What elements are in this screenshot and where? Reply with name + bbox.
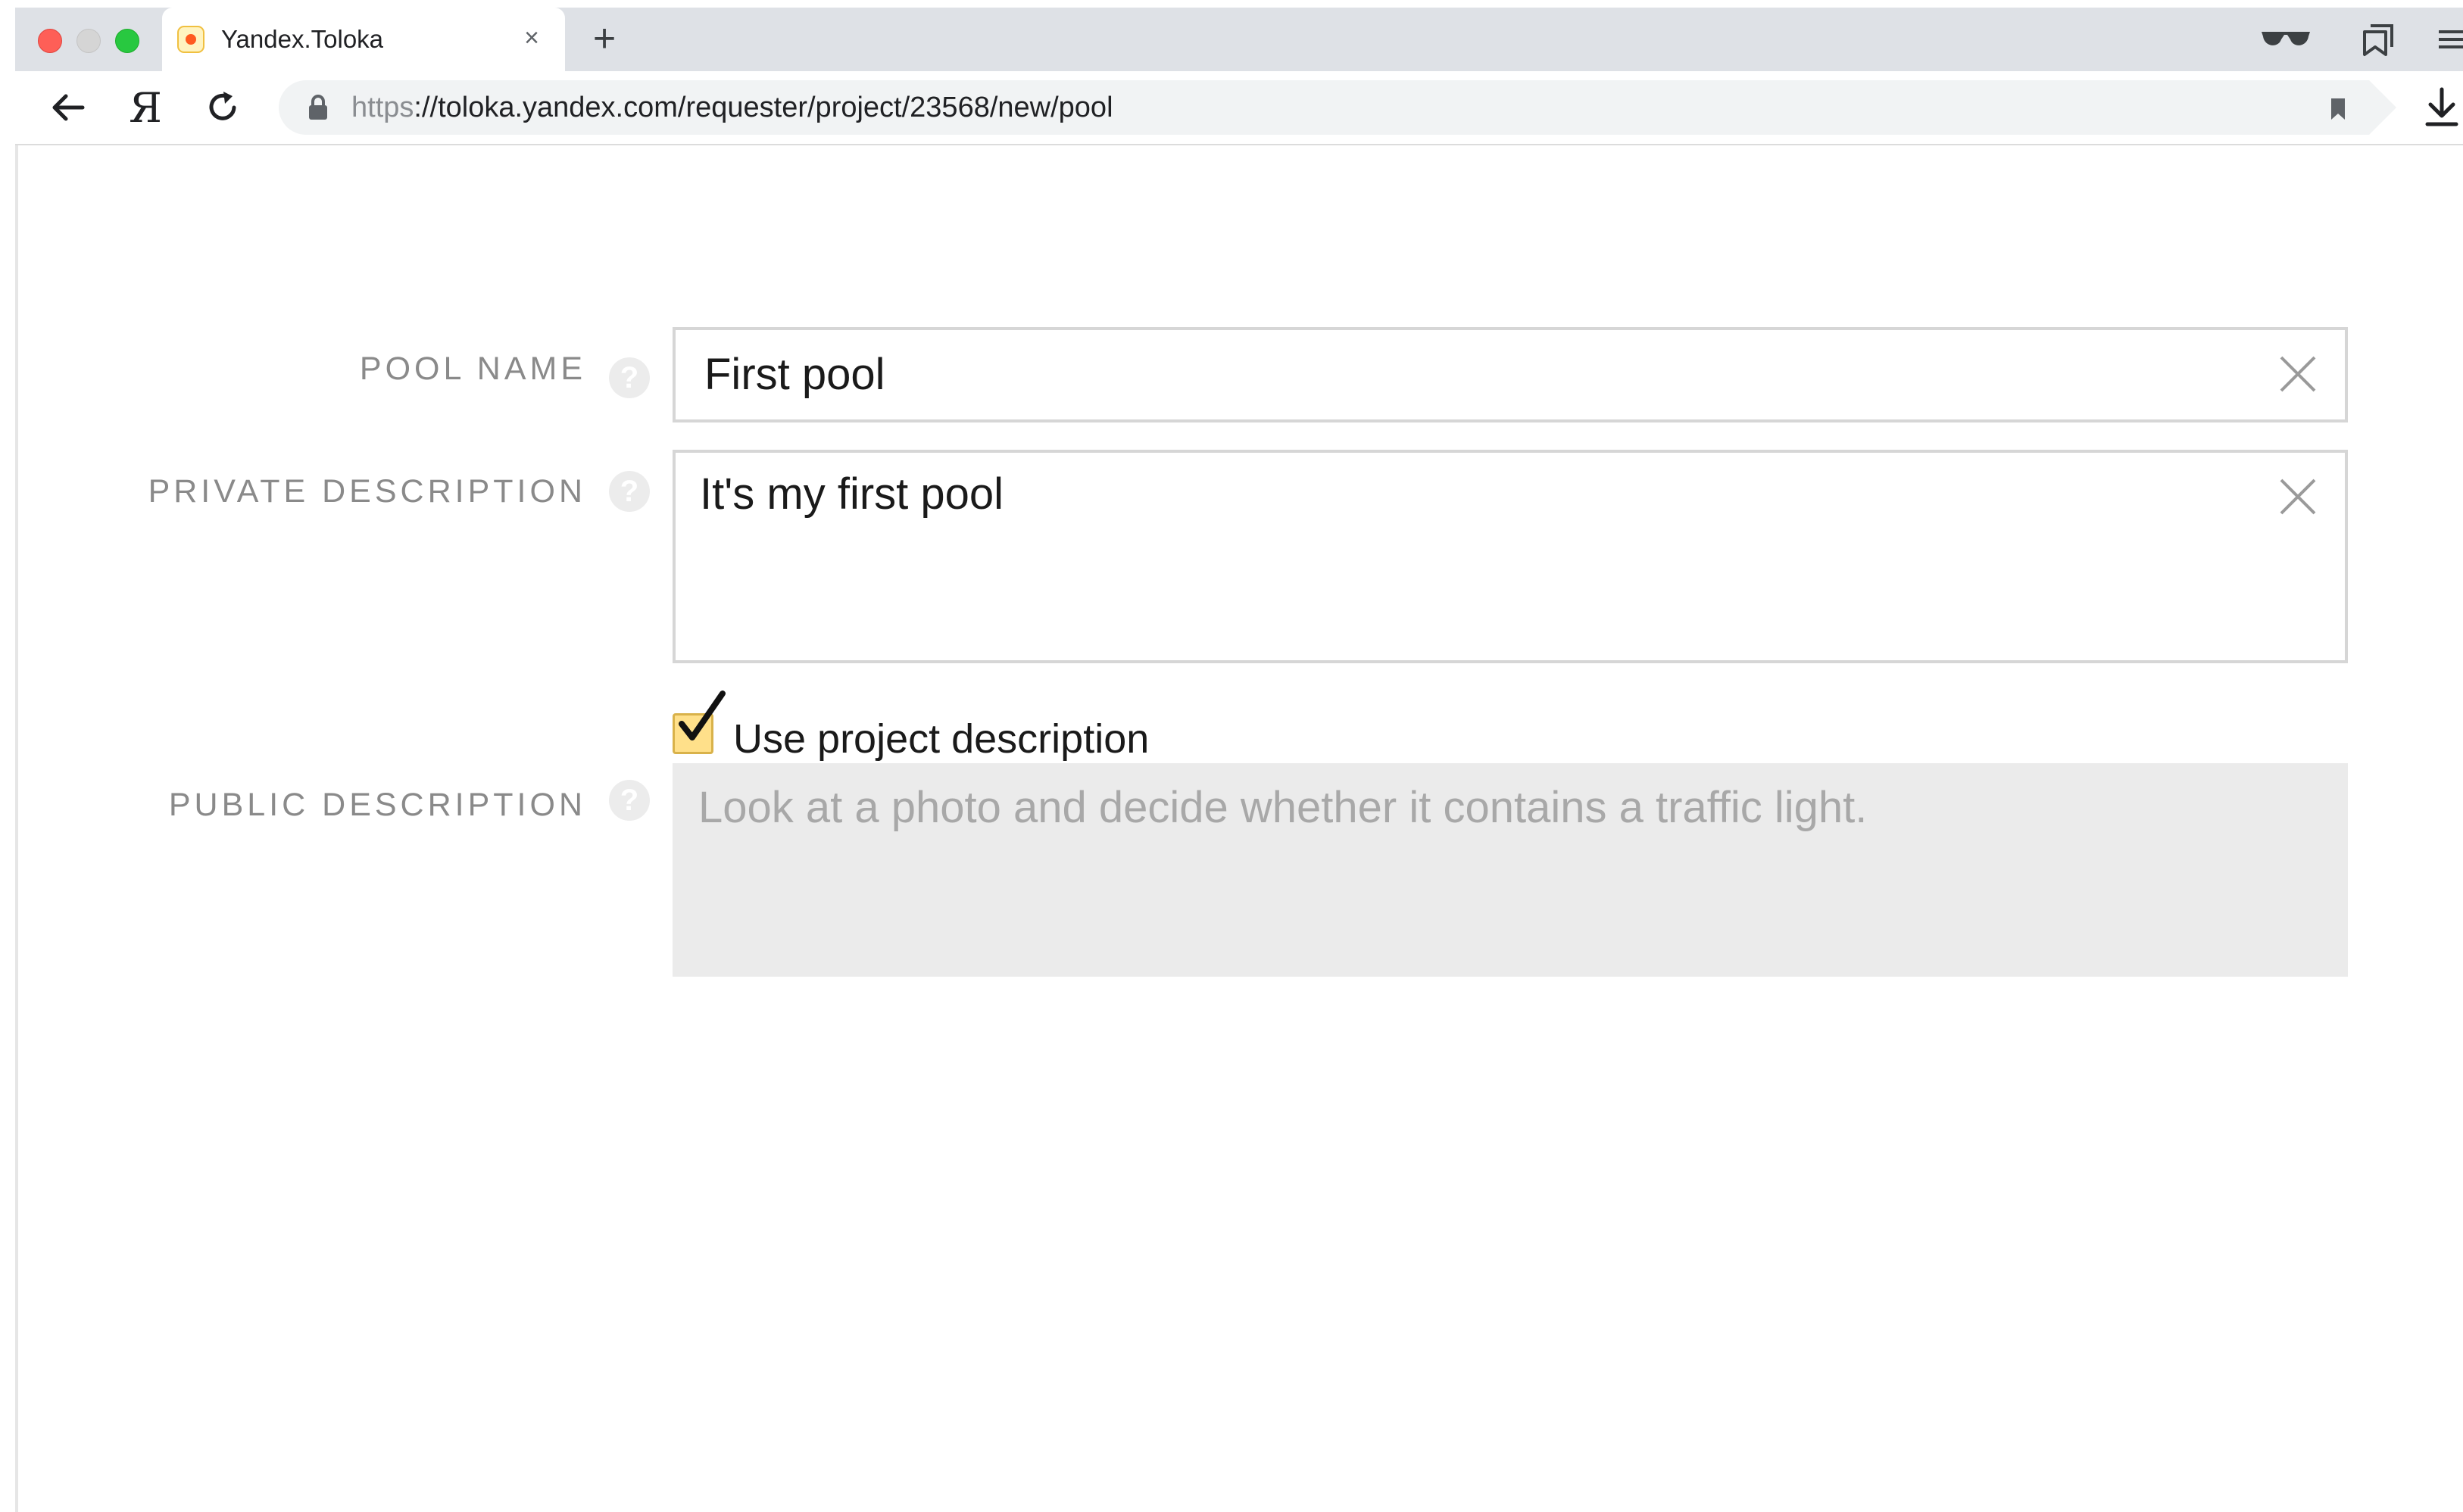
url-text: https://toloka.yandex.com/requester/proj… xyxy=(351,92,1113,123)
yandex-button[interactable]: Я xyxy=(120,82,171,133)
window-minimize-button[interactable] xyxy=(76,29,101,53)
address-bar[interactable]: https://toloka.yandex.com/requester/proj… xyxy=(279,80,2396,135)
browser-window: Yandex.Toloka × + Я https://toloka.yande… xyxy=(15,0,2463,1512)
back-arrow-icon xyxy=(52,94,85,121)
private-description-textarea[interactable]: It's my first pool xyxy=(673,450,2348,663)
downloads-button[interactable] xyxy=(2416,82,2463,133)
private-description-value: It's my first pool xyxy=(700,469,1004,519)
browser-toolbar: Я https://toloka.yandex.com/requester/pr… xyxy=(15,71,2463,145)
pool-name-input[interactable]: First pool xyxy=(673,327,2348,422)
use-project-description-label[interactable]: Use project description xyxy=(733,716,1149,762)
private-description-label: PRIVATE DESCRIPTION xyxy=(148,473,586,510)
public-description-value: Look at a photo and decide whether it co… xyxy=(698,783,1868,832)
tab-close-icon[interactable]: × xyxy=(515,21,548,55)
lock-icon[interactable] xyxy=(304,94,332,121)
pool-name-label: POOL NAME xyxy=(359,351,586,387)
pool-name-value: First pool xyxy=(704,350,885,399)
reload-button[interactable] xyxy=(197,82,248,133)
checkmark-icon xyxy=(679,691,726,740)
reload-icon xyxy=(209,92,236,120)
tab-toloka[interactable]: Yandex.Toloka × xyxy=(162,8,565,71)
yandex-logo-icon: Я xyxy=(129,83,162,132)
page-content: POOL NAME ? First pool PRIVATE DESCRIPTI… xyxy=(15,145,2463,1512)
window-maximize-button[interactable] xyxy=(115,29,139,53)
tab-title: Yandex.Toloka xyxy=(221,25,384,53)
new-tab-button[interactable]: + xyxy=(582,17,627,62)
back-button[interactable] xyxy=(42,82,94,133)
public-description-textarea: Look at a photo and decide whether it co… xyxy=(673,763,2348,977)
collections-icon[interactable] xyxy=(2360,21,2396,58)
pool-name-help-icon[interactable]: ? xyxy=(609,357,650,398)
private-description-clear-icon[interactable] xyxy=(2274,472,2322,521)
tab-strip: Yandex.Toloka × + xyxy=(15,8,2463,71)
toloka-favicon-icon xyxy=(177,26,204,53)
bookmark-icon[interactable] xyxy=(2325,95,2351,121)
private-description-help-icon[interactable]: ? xyxy=(609,471,650,512)
window-close-button[interactable] xyxy=(38,29,62,53)
url-path: ://toloka.yandex.com/requester/project/2… xyxy=(414,92,1113,123)
pool-name-clear-icon[interactable] xyxy=(2274,350,2322,398)
url-scheme: https xyxy=(351,92,414,123)
public-description-help-icon[interactable]: ? xyxy=(609,780,650,821)
menu-icon[interactable] xyxy=(2436,24,2463,55)
download-icon xyxy=(2425,87,2458,126)
glasses-icon[interactable] xyxy=(2259,24,2313,55)
public-description-label: PUBLIC DESCRIPTION xyxy=(168,787,586,823)
